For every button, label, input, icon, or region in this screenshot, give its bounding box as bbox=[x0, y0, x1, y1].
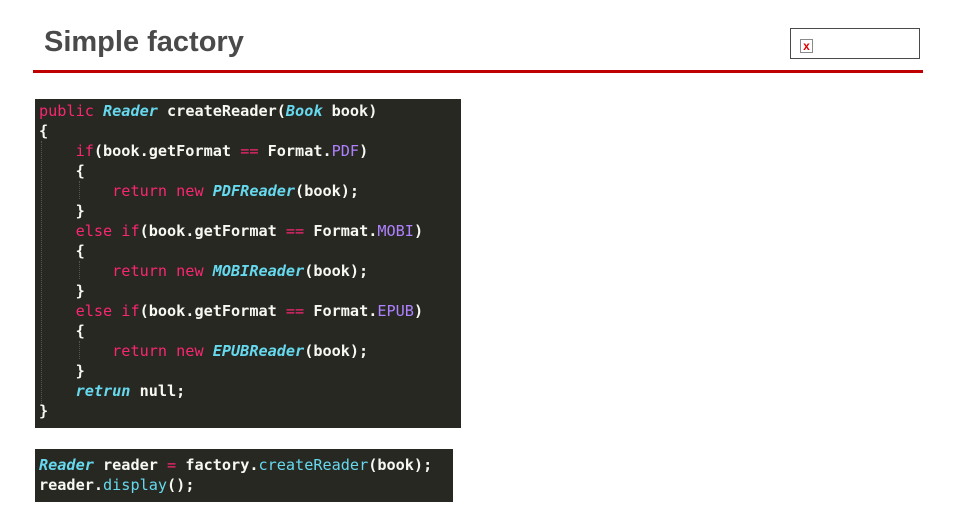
code-token: ) bbox=[413, 302, 424, 320]
code-token: return new bbox=[112, 262, 213, 280]
code-token: return new bbox=[112, 182, 213, 200]
code-token: (book); bbox=[304, 262, 369, 280]
code-token: reader. bbox=[39, 476, 104, 494]
code-token: ) bbox=[413, 222, 424, 240]
code-line: Reader reader = factory.createReader(boo… bbox=[39, 455, 432, 475]
code-token: Format. bbox=[304, 302, 378, 320]
code-line: public Reader createReader(Book book) bbox=[39, 101, 377, 121]
broken-image-icon: x bbox=[800, 39, 813, 53]
code-line: else if(book.getFormat == Format.EPUB) bbox=[39, 301, 424, 321]
code-token: Format. bbox=[258, 142, 332, 160]
code-line: } bbox=[39, 201, 85, 221]
code-line: } bbox=[39, 281, 85, 301]
code-token: retrun bbox=[75, 382, 131, 400]
code-token: else if bbox=[75, 222, 140, 240]
code-line: else if(book.getFormat == Format.MOBI) bbox=[39, 221, 424, 241]
code-token: Book bbox=[285, 102, 323, 120]
code-token: == bbox=[240, 142, 259, 160]
code-token: if bbox=[75, 142, 94, 160]
code-token: (book.getFormat bbox=[93, 142, 241, 160]
code-token: (book); bbox=[368, 456, 433, 474]
code-token: return new bbox=[112, 342, 213, 360]
broken-image-placeholder: x bbox=[790, 28, 920, 59]
code-line: return new EPUBReader(book); bbox=[39, 341, 368, 361]
code-line: return new PDFReader(book); bbox=[39, 181, 359, 201]
code-token: (book); bbox=[295, 182, 360, 200]
code-token: { bbox=[39, 322, 85, 340]
code-line: { bbox=[39, 241, 85, 261]
code-block-create-reader: public Reader createReader(Book book){ i… bbox=[35, 99, 461, 428]
code-token: == bbox=[285, 302, 305, 320]
code-token: Reader bbox=[39, 456, 94, 474]
code-line: { bbox=[39, 121, 48, 141]
code-line: reader.display(); bbox=[39, 475, 194, 495]
code-line: { bbox=[39, 161, 85, 181]
code-line: retrun null; bbox=[39, 381, 186, 401]
code-line: if(book.getFormat == Format.PDF) bbox=[39, 141, 369, 161]
code-token: { bbox=[39, 162, 85, 180]
code-token: EPUB bbox=[377, 302, 414, 320]
code-token: createReader( bbox=[157, 102, 286, 120]
code-line: } bbox=[39, 361, 85, 381]
code-token: == bbox=[285, 222, 305, 240]
code-token: MOBI bbox=[377, 222, 414, 240]
code-token: public bbox=[39, 102, 104, 120]
code-token: factory. bbox=[176, 456, 259, 474]
code-token: MOBIReader bbox=[212, 262, 305, 280]
code-token: (book.getFormat bbox=[139, 222, 286, 240]
code-line: } bbox=[39, 401, 48, 421]
slide-title: Simple factory bbox=[44, 26, 244, 58]
code-token: reader bbox=[93, 456, 168, 474]
code-token: ) bbox=[359, 142, 369, 160]
code-token: } bbox=[39, 362, 85, 380]
code-token: Format. bbox=[304, 222, 378, 240]
code-token: else if bbox=[75, 302, 140, 320]
code-token: } bbox=[39, 402, 49, 420]
code-token: null; bbox=[130, 382, 186, 400]
code-line: return new MOBIReader(book); bbox=[39, 261, 368, 281]
code-token: (book); bbox=[304, 342, 369, 360]
code-token: { bbox=[39, 242, 85, 260]
code-token: } bbox=[39, 282, 85, 300]
code-token: createReader bbox=[258, 456, 369, 474]
code-token: (); bbox=[167, 476, 195, 494]
code-token: (book.getFormat bbox=[139, 302, 286, 320]
code-line: { bbox=[39, 321, 85, 341]
code-block-usage: Reader reader = factory.createReader(boo… bbox=[35, 449, 453, 502]
code-token: PDFReader bbox=[212, 182, 296, 200]
code-token: } bbox=[39, 202, 85, 220]
title-underline bbox=[33, 70, 923, 73]
code-token: PDF bbox=[331, 142, 360, 160]
code-token: display bbox=[103, 476, 168, 494]
code-token: = bbox=[167, 456, 177, 474]
code-token: Reader bbox=[103, 102, 158, 120]
code-token: book) bbox=[322, 102, 378, 120]
code-token: { bbox=[39, 122, 49, 140]
code-token: EPUBReader bbox=[212, 342, 305, 360]
